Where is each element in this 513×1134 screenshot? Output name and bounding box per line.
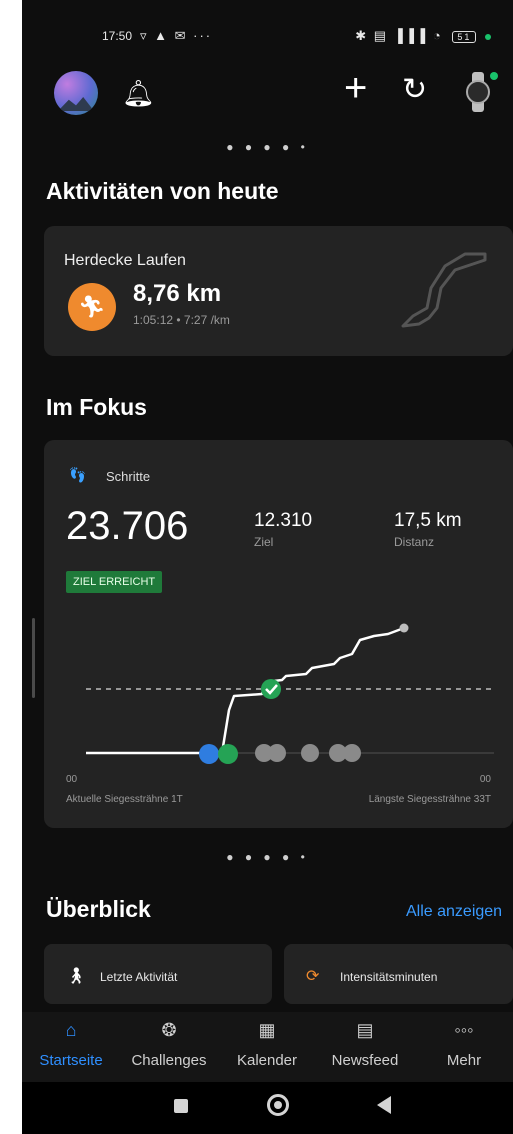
nav-label: Challenges [131, 1052, 207, 1069]
battery-icon: 51 [452, 31, 477, 43]
watch-icon[interactable] [464, 72, 498, 112]
top-app-bar: 🔔︎ + ↻ [22, 60, 513, 124]
goal-label: Ziel [254, 535, 274, 549]
steps-progress-chart [86, 623, 494, 764]
nav-item-newsfeed[interactable]: ▤ Newsfeed [316, 1020, 414, 1069]
status-time: 17:50 [102, 29, 133, 43]
nav-label: Kalender [236, 1052, 298, 1069]
more-icon: ◦◦◦ [454, 1020, 474, 1040]
activity-marker-icon [301, 744, 319, 762]
axis-start: 00 [66, 774, 78, 785]
steps-count: 23.706 [66, 504, 189, 548]
activity-marker-icon [268, 744, 286, 762]
back-icon[interactable] [377, 1096, 391, 1114]
goal-check-icon [261, 679, 281, 699]
intensity-icon: ⟳ [306, 968, 320, 985]
challenges-icon: ❂ [161, 1020, 177, 1040]
privacy-dot-icon [485, 33, 491, 40]
nav-item-startseite[interactable]: ⌂ Startseite [22, 1020, 120, 1069]
nav-label: Newsfeed [331, 1052, 399, 1069]
status-notification-icons: ▿ ▲ ✉ ··· [140, 28, 213, 43]
nav-item-kalender[interactable]: ▦ Kalender [218, 1020, 316, 1069]
newsfeed-icon: ▤ [356, 1020, 374, 1040]
status-right-icons: ✱ ▤ ▐▐▐ ◔ [355, 28, 443, 43]
nav-item-challenges[interactable]: ❂ Challenges [120, 1020, 218, 1069]
nav-label: Mehr [446, 1052, 482, 1069]
footsteps-icon: 👣︎ [68, 467, 88, 484]
sleep-icon [199, 744, 219, 764]
system-navigation-bar [22, 1082, 513, 1134]
home-button-icon[interactable] [267, 1094, 289, 1116]
phone-screen: 17:50 ▿ ▲ ✉ ··· ✱ ▤ ▐▐▐ ◔ 51 🔔︎ + ↻ ● ● … [22, 0, 513, 1134]
plus-icon[interactable]: + [344, 68, 367, 108]
section-title-focus: Im Fokus [46, 394, 147, 420]
route-map-icon [401, 252, 487, 328]
streak-current: Aktuelle Siegessträhne 1T [66, 794, 183, 805]
show-all-link[interactable]: Alle anzeigen [406, 903, 502, 921]
activity-title: Herdecke Laufen [64, 252, 186, 269]
steps-card[interactable]: 👣︎ Schritte 23.706 12.310 Ziel 17,5 km D… [44, 440, 513, 828]
distance-label: Distanz [394, 535, 435, 549]
run-marker-icon [218, 744, 238, 764]
steps-curve [86, 626, 405, 755]
status-system-icons: ✱ ▤ ▐▐▐ ◔ 51 [355, 28, 491, 44]
calendar-icon: ▦ [258, 1020, 276, 1040]
intensity-minutes-label: Intensitätsminuten [340, 970, 438, 984]
axis-end: 00 [479, 774, 491, 785]
activity-card[interactable]: Herdecke Laufen 🏃︎ 8,76 km 1:05:12 • 7:2… [44, 226, 513, 356]
nav-label: Startseite [39, 1052, 103, 1069]
status-bar: 17:50 ▿ ▲ ✉ ··· ✱ ▤ ▐▐▐ ◔ 51 [22, 22, 513, 52]
distance-value: 17,5 km [394, 510, 462, 531]
section-title-overview: Überblick [46, 896, 151, 922]
activity-time-pace: 1:05:12 • 7:27 /km [133, 313, 230, 327]
current-point [399, 623, 409, 633]
intensity-minutes-card[interactable]: ⟳ Intensitätsminuten [284, 944, 513, 1004]
running-icon: 🏃︎ [68, 283, 116, 331]
steps-label: Schritte [106, 469, 151, 484]
figure-icon: 🚶︎ [66, 968, 87, 985]
activity-marker-icon [343, 744, 361, 762]
goal-value: 12.310 [254, 510, 313, 531]
section-title-activities: Aktivitäten von heute [46, 178, 279, 204]
page-indicator-top: ● ● ● ● • [226, 140, 309, 154]
bell-icon[interactable]: 🔔︎ [122, 78, 155, 109]
home-icon: ⌂ [65, 1020, 77, 1040]
sync-icon[interactable]: ↻ [402, 72, 427, 107]
recent-apps-icon[interactable] [174, 1099, 188, 1113]
scroll-hint [32, 618, 35, 698]
page-indicator-bottom: ● ● ● ● • [226, 850, 309, 864]
last-activity-label: Letzte Aktivität [100, 970, 178, 984]
nav-item-mehr[interactable]: ◦◦◦ Mehr [415, 1020, 513, 1069]
activity-distance: 8,76 km [133, 280, 222, 307]
goal-reached-badge: ZIEL ERREICHT [66, 571, 163, 593]
avatar[interactable] [54, 71, 98, 115]
streak-longest: Längste Siegessträhne 33T [368, 794, 491, 805]
last-activity-card[interactable]: 🚶︎ Letzte Aktivität [44, 944, 272, 1004]
bottom-navigation: ⌂ Startseite ❂ Challenges ▦ Kalender ▤ N… [22, 1012, 513, 1082]
